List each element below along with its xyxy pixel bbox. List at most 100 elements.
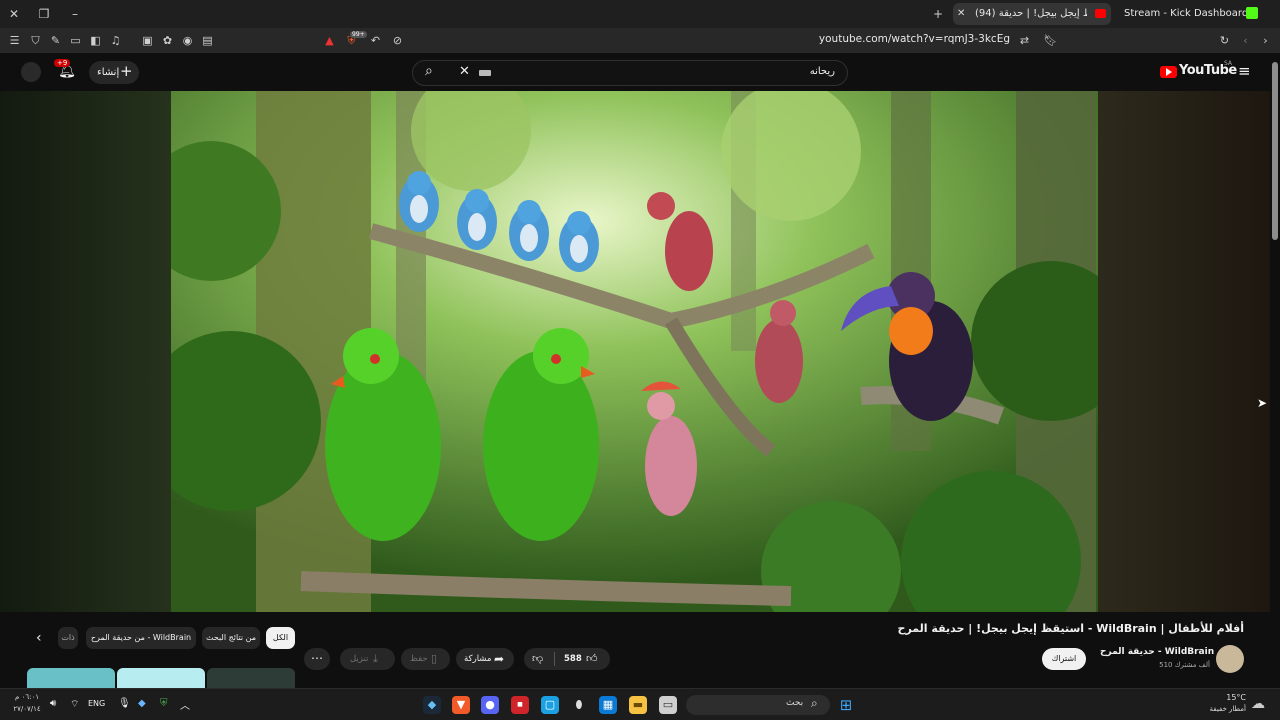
right-blur <box>1098 91 1270 612</box>
tab-kick[interactable]: Stream - Kick Dashboard <box>1116 3 1248 25</box>
weather-description[interactable]: أمطار خفيفة <box>1186 705 1246 713</box>
reply-icon[interactable]: ↶ <box>368 33 383 48</box>
window-icon[interactable]: ▣ <box>140 33 155 48</box>
store-taskbar-icon[interactable]: ▦ <box>599 696 617 714</box>
restore-window-icon[interactable]: ❐ <box>36 6 52 22</box>
wifi-icon[interactable]: ⌔ <box>70 698 79 711</box>
brave-taskbar-icon[interactable]: ▼ <box>452 696 470 714</box>
back-icon[interactable]: ‹ <box>1238 33 1253 48</box>
search-icon: ⌕ <box>811 696 818 710</box>
task-view-taskbar-icon[interactable]: ▭ <box>659 696 677 714</box>
related-thumbnail[interactable] <box>27 668 115 690</box>
music-icon[interactable]: ♫ <box>108 33 123 48</box>
chip-more[interactable]: ذات <box>58 627 78 649</box>
related-thumbnail[interactable] <box>117 668 205 690</box>
more-actions-button[interactable]: ⋯ <box>304 648 330 670</box>
share-button[interactable]: مشاركة ➦ <box>456 648 514 670</box>
file-explorer-taskbar-icon[interactable]: ▬ <box>629 696 647 714</box>
tab-close-icon[interactable]: ✕ <box>957 3 965 25</box>
shield-tray-icon[interactable]: ⛨ <box>160 698 168 709</box>
language-indicator[interactable]: ENG <box>88 699 105 708</box>
reload-icon[interactable]: ↻ <box>1217 33 1232 48</box>
like-count[interactable]: 588 <box>564 648 582 670</box>
download-button[interactable]: تنزيل ⤓ <box>340 648 395 670</box>
notification-badge: +9 <box>54 59 71 67</box>
search-box[interactable]: ⌕ ✕ ريحانه <box>412 60 848 86</box>
chip-all[interactable]: الكل <box>266 627 295 649</box>
taskbar-search-box[interactable]: بحث ⌕ <box>686 695 830 715</box>
tab-youtube[interactable]: ✕ (94) استيقظ إيجل بيجل! | حديقة <box>953 3 1111 25</box>
channel-avatar[interactable] <box>1216 645 1244 673</box>
pin-icon[interactable]: ✎ <box>48 33 63 48</box>
tray-chevron-up-icon[interactable]: ︿ <box>180 697 190 712</box>
app-taskbar-icon[interactable]: ▢ <box>541 696 559 714</box>
brave-rewards-icon[interactable]: ▲ <box>322 33 337 48</box>
share-label: مشاركة <box>464 654 492 664</box>
avatar[interactable] <box>21 62 41 82</box>
url-field[interactable]: youtube.com/watch?v=rqmJ3-3kcEg <box>800 33 1010 45</box>
minimize-window-icon[interactable]: – <box>67 6 83 22</box>
channel-name[interactable]: حديقة المرح - WildBrain <box>1100 647 1214 657</box>
taskbar-search-placeholder: بحث <box>786 698 804 708</box>
hamburger-menu-icon[interactable]: ≡ <box>1238 62 1251 80</box>
forward-icon[interactable]: › <box>1258 33 1273 48</box>
weather-cloud-icon[interactable]: ☁ <box>1251 696 1265 712</box>
weather-temperature[interactable]: 15°C <box>1190 693 1246 702</box>
keyboard-icon[interactable] <box>479 70 491 76</box>
create-button[interactable]: إنشاء + <box>89 61 139 84</box>
discord-taskbar-icon[interactable]: ● <box>481 696 499 714</box>
obs-taskbar-icon[interactable]: ■ <box>511 696 529 714</box>
blocked-icon[interactable]: ⊘ <box>390 33 405 48</box>
below-video-section: ‹ ذات من حديقة المرح - WildBrain من نتائ… <box>0 612 1270 690</box>
menu-icon[interactable]: ☰ <box>7 33 22 48</box>
mouse-cursor-icon: ➤ <box>1257 396 1268 410</box>
search-input[interactable]: ريحانه <box>743 66 835 77</box>
mouse-app-taskbar-icon[interactable]: ⬮ <box>570 696 588 714</box>
tabs-icon[interactable]: ▭ <box>68 33 83 48</box>
subscribe-button[interactable]: اشتراك <box>1042 648 1086 670</box>
region-code: SA <box>1224 60 1233 67</box>
mic-icon[interactable]: 🎙︎ <box>118 698 131 709</box>
chip-channel[interactable]: من حديقة المرح - WildBrain <box>86 627 196 649</box>
search-icon[interactable]: ⌕ <box>425 63 433 79</box>
speaker-icon[interactable]: 🔊︎ <box>50 698 56 709</box>
steam-taskbar-icon[interactable]: ◆ <box>423 696 441 714</box>
clear-search-icon[interactable]: ✕ <box>459 64 470 79</box>
bookmark-icon: ▯ <box>431 652 438 665</box>
cookie-icon[interactable]: ◉ <box>180 33 195 48</box>
kick-favicon-icon <box>1246 7 1258 19</box>
download-icon: ⤓ <box>373 652 378 665</box>
like-icon[interactable]: 👍︎ <box>586 648 598 670</box>
bookmark-icon[interactable]: 🔖︎ <box>1043 33 1058 48</box>
subscriber-count: 510 ألف مشترك <box>1159 661 1210 669</box>
close-window-icon[interactable]: ✕ <box>6 6 22 22</box>
save-button[interactable]: حفظ ▯ <box>401 648 450 670</box>
extensions-icon[interactable]: ✿ <box>160 33 175 48</box>
video-player[interactable]: ➤ <box>0 91 1270 612</box>
play-icon <box>1166 68 1172 76</box>
share-icon[interactable]: ⇄ <box>1017 33 1032 48</box>
share-icon: ➦ <box>494 652 505 666</box>
chevron-left-icon[interactable]: ‹ <box>36 630 42 646</box>
browser-address-bar: ☰ ⛉ ✎ ▭ ◧ ♫ ▣ ✿ ◉ ▤ ▲ ⛨ 99+ ↶ ⊘ youtube.… <box>0 28 1280 53</box>
wallet-icon[interactable]: ▤ <box>200 33 215 48</box>
new-tab-icon[interactable]: + <box>930 6 946 22</box>
plus-icon: + <box>120 62 133 80</box>
related-thumbnail[interactable] <box>207 668 295 690</box>
windows-start-icon[interactable]: ⊞ <box>837 696 855 714</box>
steam-tray-icon[interactable]: ◆ <box>138 698 146 709</box>
youtube-header: 🔔︎ +9 إنشاء + ⌕ ✕ ريحانه YouTube SA ≡ <box>0 53 1280 91</box>
dislike-icon[interactable]: 👎︎ <box>532 648 543 670</box>
clock-date[interactable]: ٢٧/٠٧/١٤ <box>12 705 42 713</box>
scrollbar-thumb[interactable] <box>1272 62 1278 240</box>
tab-label: (94) استيقظ إيجل بيجل! | حديقة <box>975 8 1087 19</box>
sidebar-icon[interactable]: ◧ <box>88 33 103 48</box>
chip-search-results[interactable]: من نتائج البحث <box>202 627 260 649</box>
youtube-logo-icon[interactable] <box>1160 66 1177 78</box>
extension-badge: 99+ <box>350 31 367 38</box>
video-title: استيقظ إيجل بيجل! | حديقة المرح - WildBr… <box>897 622 1244 635</box>
windows-taskbar: ٠٦:٠١ م ٢٧/٠٧/١٤ 🔊︎ ⌔ ENG 🎙︎ ◆ ⛨ ︿ ◆ ▼ ●… <box>0 688 1280 720</box>
video-frame[interactable] <box>171 91 1098 612</box>
clock-time[interactable]: ٠٦:٠١ م <box>12 693 42 701</box>
shield-icon[interactable]: ⛉ <box>28 33 43 48</box>
